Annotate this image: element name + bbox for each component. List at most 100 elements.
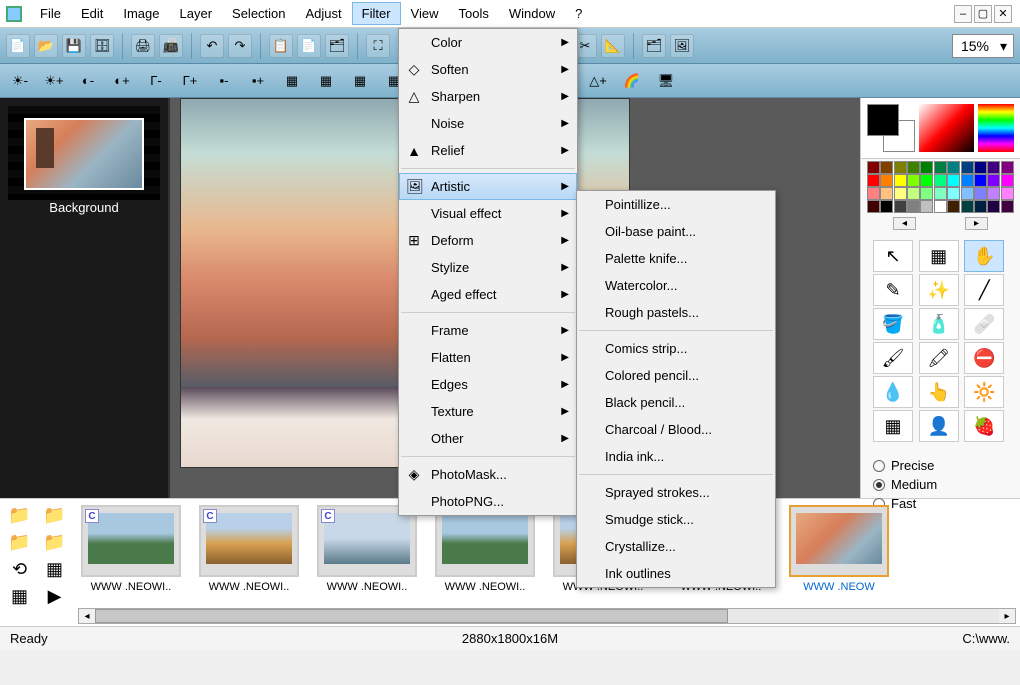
palette-color[interactable] xyxy=(961,161,974,174)
quality-precise[interactable]: Precise xyxy=(873,456,1008,475)
palette-color[interactable] xyxy=(987,187,1000,200)
filter-menu-color[interactable]: Color▶ xyxy=(399,29,577,56)
palette-color[interactable] xyxy=(920,200,933,213)
contrast-plus-icon[interactable]: ◐+ xyxy=(108,69,136,93)
browser-scrollbar[interactable]: ◂▸ xyxy=(78,608,1016,624)
blur-tool[interactable]: 💧 xyxy=(873,376,913,408)
layer-thumbnail[interactable] xyxy=(24,118,144,190)
browser-thumbnail[interactable]: WWW .NEOWI.. xyxy=(432,505,538,593)
menu-window[interactable]: Window xyxy=(499,2,565,25)
spectrum-icon[interactable]: 🌈 xyxy=(618,69,646,93)
palette-color[interactable] xyxy=(920,161,933,174)
hand-tool[interactable]: ✋ xyxy=(964,240,1004,272)
palette-color[interactable] xyxy=(974,200,987,213)
palette-color[interactable] xyxy=(880,200,893,213)
menu-adjust[interactable]: Adjust xyxy=(296,2,352,25)
fill-tool[interactable]: 🪣 xyxy=(873,308,913,340)
sat-plus-icon[interactable]: ▪+ xyxy=(244,69,272,93)
artistic-colored-pencil-[interactable]: Colored pencil... xyxy=(577,362,775,389)
palette-color[interactable] xyxy=(867,200,880,213)
palette-color[interactable] xyxy=(961,200,974,213)
fg-bg-swatch[interactable] xyxy=(867,104,915,152)
browser-thumbnail[interactable]: CWWW .NEOWI.. xyxy=(314,505,420,593)
palette-color[interactable] xyxy=(907,187,920,200)
folder-sel-icon[interactable]: ▦ xyxy=(39,559,70,580)
artistic-smudge-stick-[interactable]: Smudge stick... xyxy=(577,506,775,533)
print-button[interactable]: 🖨 xyxy=(131,34,155,58)
palette-color[interactable] xyxy=(987,161,1000,174)
gamma-plus-icon[interactable]: Γ+ xyxy=(176,69,204,93)
filter-menu-aged-effect[interactable]: Aged effect▶ xyxy=(399,281,577,308)
brush-tool[interactable]: 🖌 xyxy=(873,342,913,374)
filter-menu-deform[interactable]: ⊞Deform▶ xyxy=(399,227,577,254)
grid-tool[interactable]: ▦ xyxy=(873,410,913,442)
artistic-charcoal-blood-[interactable]: Charcoal / Blood... xyxy=(577,416,775,443)
smudge-tool[interactable]: 👆 xyxy=(919,376,959,408)
filter-menu-photopng-[interactable]: PhotoPNG... xyxy=(399,488,577,515)
artistic-ink-outlines[interactable]: Ink outlines xyxy=(577,560,775,587)
line-tool[interactable]: ╱ xyxy=(964,274,1004,306)
sat-minus-icon[interactable]: ▪- xyxy=(210,69,238,93)
palette-color[interactable] xyxy=(947,187,960,200)
palette-color[interactable] xyxy=(880,161,893,174)
color-spectrum[interactable] xyxy=(978,104,1014,152)
palette-color[interactable] xyxy=(894,187,907,200)
palette-color[interactable] xyxy=(961,187,974,200)
palette-color[interactable] xyxy=(961,174,974,187)
redeye-tool[interactable]: 🍓 xyxy=(964,410,1004,442)
tool-d[interactable]: 📐 xyxy=(601,34,625,58)
artistic-comics-strip-[interactable]: Comics strip... xyxy=(577,335,775,362)
spray-tool[interactable]: 🧴 xyxy=(919,308,959,340)
artistic-watercolor-[interactable]: Watercolor... xyxy=(577,272,775,299)
grid2-icon[interactable]: ▦ xyxy=(312,69,340,93)
filter-menu-frame[interactable]: Frame▶ xyxy=(399,317,577,344)
screen-icon[interactable]: 🖥 xyxy=(652,69,680,93)
palette-color[interactable] xyxy=(907,200,920,213)
zoom-select[interactable]: 15% xyxy=(952,34,1014,58)
menu-layer[interactable]: Layer xyxy=(170,2,223,25)
color-gradient[interactable] xyxy=(919,104,974,152)
palette-color[interactable] xyxy=(947,161,960,174)
palette-color[interactable] xyxy=(907,161,920,174)
tool-f[interactable]: 🖼 xyxy=(670,34,694,58)
folder-icon[interactable]: 📁 xyxy=(39,505,70,526)
resize-button[interactable]: ⛶ xyxy=(366,34,390,58)
sharp-plus-icon[interactable]: △+ xyxy=(584,69,612,93)
palette-left-button[interactable]: ◂ xyxy=(893,217,916,230)
menu-image[interactable]: Image xyxy=(113,2,169,25)
brightness-plus-icon[interactable]: ☀+ xyxy=(40,69,68,93)
folder-play-icon[interactable]: ▶ xyxy=(39,586,70,607)
filter-menu-edges[interactable]: Edges▶ xyxy=(399,371,577,398)
filter-menu-photomask-[interactable]: ◈PhotoMask... xyxy=(399,461,577,488)
wand-tool[interactable]: ✨ xyxy=(919,274,959,306)
artistic-palette-knife-[interactable]: Palette knife... xyxy=(577,245,775,272)
contrast-minus-icon[interactable]: ◐- xyxy=(74,69,102,93)
copy-button[interactable]: 📋 xyxy=(269,34,293,58)
saveall-button[interactable]: 🗄 xyxy=(90,34,114,58)
palette-color[interactable] xyxy=(867,174,880,187)
palette-color[interactable] xyxy=(947,174,960,187)
palette-color[interactable] xyxy=(974,161,987,174)
browser-thumbnail[interactable]: CWWW .NEOWI.. xyxy=(196,505,302,593)
close-button[interactable]: ✕ xyxy=(994,5,1012,23)
folder-icon[interactable]: 📁 xyxy=(39,532,70,553)
foreground-color[interactable] xyxy=(867,104,899,136)
filter-menu-relief[interactable]: ▲Relief▶ xyxy=(399,137,577,164)
artistic-india-ink-[interactable]: India ink... xyxy=(577,443,775,470)
dodge-tool[interactable]: 🔆 xyxy=(964,376,1004,408)
palette-color[interactable] xyxy=(1001,200,1014,213)
palette-color[interactable] xyxy=(867,187,880,200)
palette-color[interactable] xyxy=(1001,187,1014,200)
filter-menu-stylize[interactable]: Stylize▶ xyxy=(399,254,577,281)
palette-color[interactable] xyxy=(987,174,1000,187)
folder-view-icon[interactable]: ▦ xyxy=(4,586,35,607)
artistic-black-pencil-[interactable]: Black pencil... xyxy=(577,389,775,416)
brightness-minus-icon[interactable]: ☀- xyxy=(6,69,34,93)
filter-menu-flatten[interactable]: Flatten▶ xyxy=(399,344,577,371)
portrait-tool[interactable]: 👤 xyxy=(919,410,959,442)
filter-menu-soften[interactable]: ◇Soften▶ xyxy=(399,56,577,83)
palette-color[interactable] xyxy=(974,187,987,200)
maximize-button[interactable]: ▢ xyxy=(974,5,992,23)
scan-button[interactable]: 📠 xyxy=(159,34,183,58)
palette-color[interactable] xyxy=(1001,174,1014,187)
